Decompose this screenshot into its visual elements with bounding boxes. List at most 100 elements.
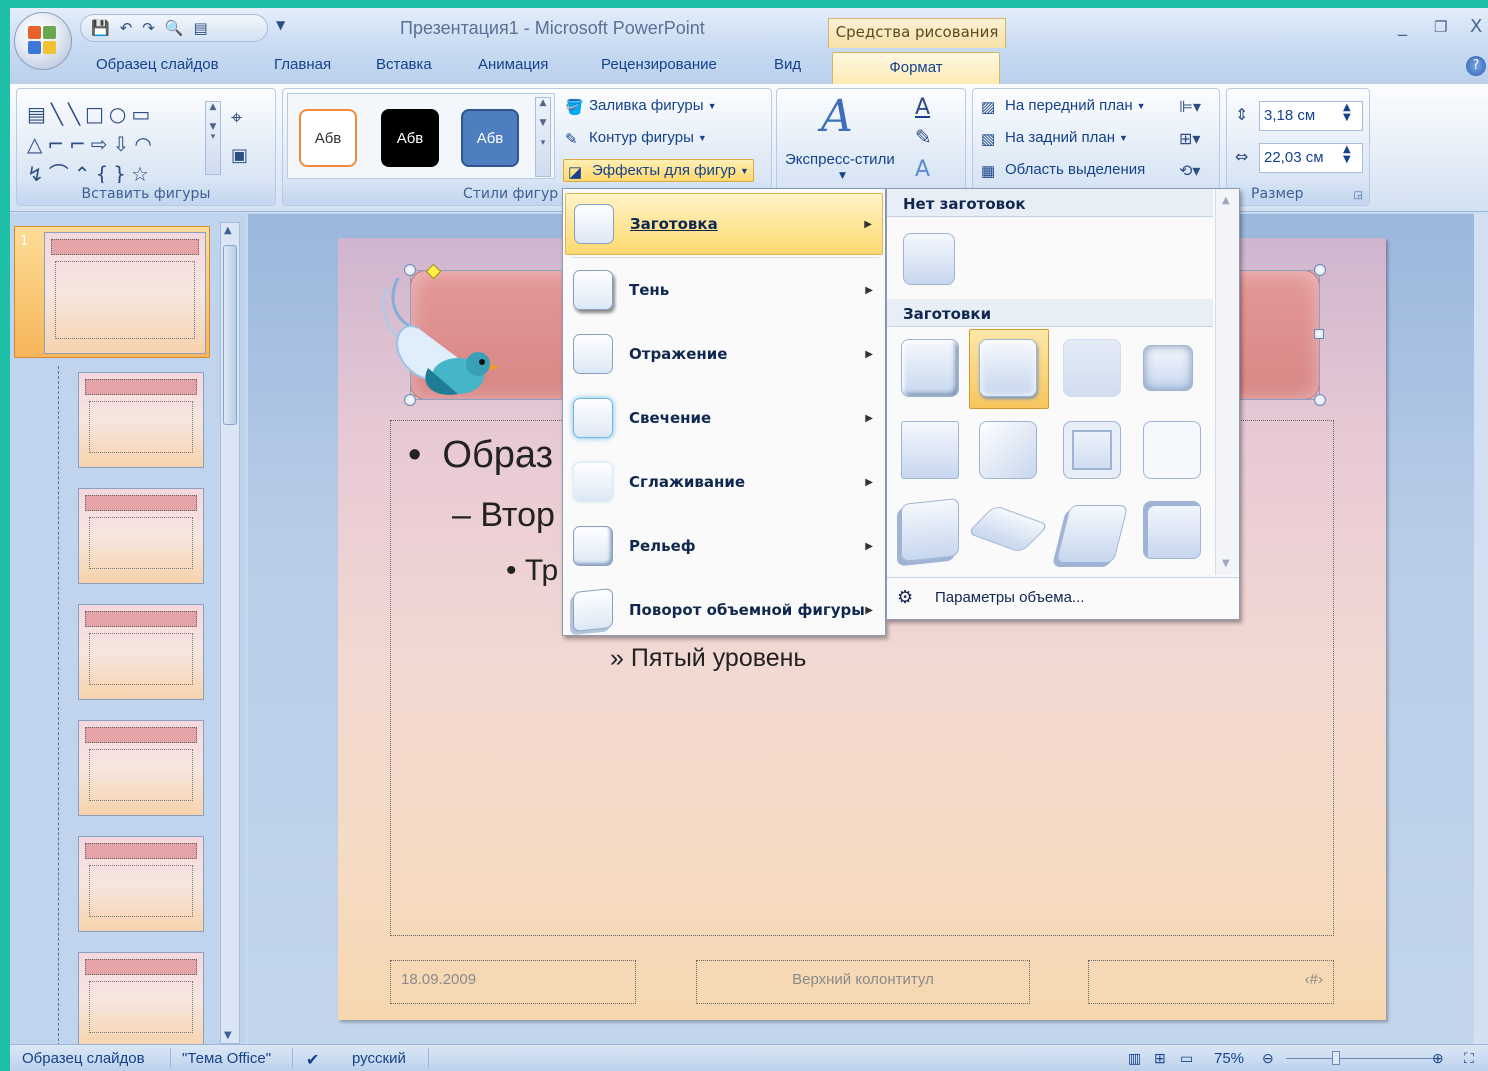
text-outline-icon[interactable]: ✎ (915, 125, 932, 149)
shape-style-blue[interactable]: Абв (461, 109, 519, 167)
bevel-preset[interactable] (1143, 345, 1193, 391)
shape-style-orange[interactable]: Абв (299, 109, 357, 167)
canvas-scrollbar[interactable] (1474, 214, 1488, 1044)
footer-placeholder[interactable]: Верхний колонтитул (696, 960, 1030, 1004)
shape-styles-scroll[interactable]: ▲ ▼ ▾ (535, 97, 551, 177)
presets-scrollbar[interactable]: ▲ ▼ (1215, 189, 1239, 575)
tab-animation[interactable]: Анимация (478, 56, 548, 73)
layout-thumbnail[interactable] (78, 488, 204, 584)
undo-icon[interactable]: ↶ (120, 19, 133, 37)
save-icon[interactable]: 💾 (91, 19, 110, 37)
wordart-quick-styles-button[interactable]: Экспресс-стили (785, 151, 895, 168)
layout-thumbnail[interactable] (78, 604, 204, 700)
size-dialog-launcher-icon[interactable]: ◲ (1354, 190, 1363, 201)
print-preview-icon[interactable]: 🔍 (165, 19, 184, 37)
menu-item-glow[interactable]: Свечение ▶ (565, 387, 883, 449)
slideshow-icon[interactable]: ▤ (194, 19, 208, 37)
bevel-preset[interactable] (1063, 339, 1121, 397)
presets-header: Заготовки (887, 299, 1213, 327)
scroll-down-icon[interactable]: ▼ (1222, 558, 1230, 569)
bevel-preset[interactable] (901, 339, 959, 397)
customize-qat-icon[interactable]: ▼ (276, 18, 285, 32)
scroll-up-icon[interactable]: ▲ (224, 225, 232, 236)
menu-item-soft-edges[interactable]: Сглаживание ▶ (565, 451, 883, 513)
master-slide-thumbnail[interactable] (44, 232, 206, 354)
restore-button[interactable]: ❐ (1434, 18, 1447, 36)
layout-thumbnail[interactable] (78, 952, 204, 1048)
height-spinner[interactable]: ▲ ▼ (1343, 103, 1351, 123)
text-fill-icon[interactable]: A (915, 95, 930, 120)
menu-item-preset[interactable]: Заготовка ▶ (565, 193, 883, 255)
resize-handle[interactable] (1314, 329, 1324, 339)
shape-style-black[interactable]: Абв (381, 109, 439, 167)
tab-insert[interactable]: Вставка (376, 56, 432, 73)
tab-home[interactable]: Главная (274, 56, 331, 73)
slide-number-placeholder[interactable]: ‹#› (1088, 960, 1334, 1004)
scroll-thumb[interactable] (223, 245, 237, 425)
close-button[interactable]: X (1470, 16, 1482, 37)
help-icon[interactable]: ? (1466, 56, 1486, 76)
menu-item-bevel[interactable]: Рельеф ▶ (565, 515, 883, 577)
fit-to-window-icon[interactable]: ⛶ (1464, 1050, 1474, 1067)
zoom-in-icon[interactable]: ⊕ (1432, 1050, 1444, 1067)
bevel-preset[interactable] (979, 421, 1037, 479)
tab-format[interactable]: Формат (832, 52, 1000, 86)
send-to-back-button[interactable]: ▧ На задний план ▼ (981, 129, 1128, 148)
rotate-icon[interactable]: ⟲▾ (1179, 161, 1200, 180)
3d-options-link[interactable]: ⚙ Параметры объема... (887, 577, 1239, 617)
sorter-view-icon[interactable]: ⊞ (1154, 1050, 1166, 1067)
tab-slide-master[interactable]: Образец слайдов (96, 56, 219, 73)
selection-pane-button[interactable]: ▦ Область выделения (981, 161, 1145, 180)
zoom-slider[interactable] (1286, 1058, 1436, 1059)
scroll-up-icon[interactable]: ▲ (1222, 195, 1230, 206)
bevel-preset[interactable] (901, 497, 959, 563)
submenu-arrow-icon: ▶ (865, 348, 873, 360)
zoom-slider-thumb[interactable] (1332, 1051, 1340, 1065)
status-bar: Образец слайдов "Тема Office" ✔ русский … (10, 1044, 1488, 1071)
group-objects-icon[interactable]: ⊞▾ (1179, 129, 1200, 148)
zoom-out-icon[interactable]: ⊖ (1262, 1050, 1274, 1067)
shape-fill-button[interactable]: 🪣 Заливка фигуры ▼ (565, 97, 716, 116)
bring-to-front-button[interactable]: ▨ На передний план ▼ (981, 97, 1146, 116)
scroll-down-icon[interactable]: ▼ (224, 1030, 232, 1041)
bevel-preset[interactable] (901, 421, 959, 479)
date-placeholder[interactable]: 18.09.2009 (390, 960, 636, 1004)
bevel-preset[interactable] (1143, 501, 1201, 559)
text-box-icon[interactable]: ▣ (231, 145, 248, 166)
layout-thumbnail[interactable] (78, 372, 204, 468)
shape-outline-button[interactable]: ✎ Контур фигуры ▼ (565, 129, 707, 148)
normal-view-icon[interactable]: ▥ (1128, 1050, 1141, 1067)
tab-view[interactable]: Вид (774, 56, 801, 73)
shapes-gallery-scroll[interactable]: ▲ ▼ ▾ (205, 101, 221, 175)
bevel-preset[interactable] (966, 505, 1050, 553)
thumbnail-scrollbar[interactable]: ▲ ▼ (220, 222, 240, 1044)
tab-review[interactable]: Рецензирование (601, 56, 717, 73)
slideshow-view-icon[interactable]: ▭ (1180, 1050, 1193, 1067)
submenu-arrow-icon: ▶ (865, 476, 873, 488)
bevel-preset[interactable] (1063, 421, 1121, 479)
bevel-preset[interactable] (1055, 505, 1129, 563)
menu-item-shadow[interactable]: Тень ▶ (565, 259, 883, 321)
resize-handle[interactable] (1314, 394, 1326, 406)
no-bevel-option[interactable] (903, 233, 955, 285)
resize-handle[interactable] (1314, 264, 1326, 276)
width-spinner[interactable]: ▲ ▼ (1343, 145, 1351, 165)
quick-styles-dropdown-icon[interactable]: ▼ (839, 171, 846, 181)
minimize-button[interactable]: _ (1398, 16, 1407, 37)
bevel-preset[interactable] (979, 339, 1037, 397)
office-button[interactable] (14, 12, 72, 70)
bevel-icon (573, 526, 613, 566)
align-icon[interactable]: ⊫▾ (1179, 97, 1201, 116)
spellcheck-icon[interactable]: ✔ (306, 1050, 319, 1070)
menu-item-reflection[interactable]: Отражение ▶ (565, 323, 883, 385)
menu-item-3d-rotation[interactable]: Поворот объемной фигуры ▶ (565, 579, 883, 641)
zoom-level[interactable]: 75% (1214, 1050, 1244, 1067)
redo-icon[interactable]: ↷ (142, 19, 155, 37)
text-effects-icon[interactable]: A (915, 157, 930, 182)
layout-thumbnail[interactable] (78, 836, 204, 932)
edit-shape-icon[interactable]: ⌖ (231, 105, 242, 129)
shapes-gallery[interactable]: ▤╲╲□○▭ △⌐⌐⇨⇩◠ ↯⌒⌃{}☆ (27, 99, 157, 189)
shape-effects-button[interactable]: ◪ Эффекты для фигур ▼ (563, 159, 754, 182)
layout-thumbnail[interactable] (78, 720, 204, 816)
bevel-preset[interactable] (1143, 421, 1201, 479)
